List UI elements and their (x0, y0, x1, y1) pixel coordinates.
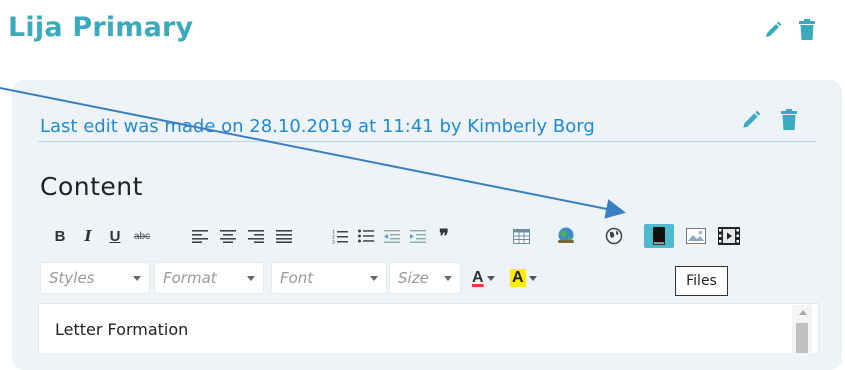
scroll-up-icon[interactable] (799, 310, 807, 315)
blockquote-button[interactable]: ❞ (434, 224, 454, 248)
pencil-icon (743, 110, 761, 128)
align-center-icon (220, 230, 236, 243)
divider (38, 141, 816, 142)
book-icon (653, 227, 665, 245)
indent-button[interactable] (408, 224, 428, 248)
delete-title-button[interactable] (796, 18, 818, 42)
background-color-button[interactable]: A (510, 266, 537, 290)
table-icon (512, 228, 530, 244)
chevron-down-icon (486, 275, 495, 281)
editor-text: Letter Formation (55, 320, 189, 339)
font-dropdown[interactable]: Font (271, 262, 387, 294)
delete-content-button[interactable] (778, 108, 800, 132)
svg-text:3: 3 (332, 239, 335, 244)
align-right-button[interactable] (246, 224, 266, 248)
editor-scrollbar[interactable] (792, 305, 812, 353)
image-button[interactable] (684, 224, 708, 248)
table-button[interactable] (510, 224, 532, 248)
outdent-icon (384, 230, 400, 243)
background-color-icon: A (510, 269, 526, 287)
styles-label: Styles (49, 269, 95, 287)
numbered-list-icon: 1 2 3 (332, 229, 348, 244)
align-justify-button[interactable] (274, 224, 294, 248)
text-color-button[interactable]: A (472, 266, 495, 290)
chevron-down-icon (247, 276, 255, 281)
underline-button[interactable]: U (106, 224, 124, 248)
video-button[interactable] (716, 224, 742, 248)
content-heading: Content (40, 172, 143, 201)
outdent-button[interactable] (382, 224, 402, 248)
styles-dropdown[interactable]: Styles (40, 262, 150, 294)
format-label: Format (163, 269, 217, 287)
header-actions (762, 18, 818, 42)
align-justify-icon (276, 230, 292, 243)
anchor-button[interactable] (603, 224, 625, 248)
editor-toolbar: B I U abc 1 2 3 ❞ (40, 222, 780, 250)
globe-icon (605, 227, 623, 245)
size-dropdown[interactable]: Size (389, 262, 461, 294)
align-left-icon (192, 230, 208, 243)
align-center-button[interactable] (218, 224, 238, 248)
page-title: Lija Primary (8, 12, 194, 43)
strikethrough-button[interactable]: abc (131, 224, 153, 248)
indent-icon (410, 230, 426, 243)
size-label: Size (398, 269, 429, 287)
edit-title-button[interactable] (762, 18, 784, 42)
bullet-list-button[interactable] (356, 224, 376, 248)
chevron-down-icon (528, 275, 537, 281)
bold-button[interactable]: B (52, 224, 68, 248)
chevron-down-icon (444, 276, 452, 281)
card-actions (740, 108, 800, 132)
trash-icon (799, 19, 815, 40)
edit-content-button[interactable] (740, 108, 762, 132)
align-left-button[interactable] (190, 224, 210, 248)
files-tooltip: Files (675, 266, 728, 296)
image-icon (686, 228, 706, 244)
scroll-thumb[interactable] (796, 323, 808, 353)
globe-link-icon (558, 227, 574, 243)
chevron-down-icon (133, 276, 141, 281)
bullet-list-icon (358, 229, 374, 243)
italic-button[interactable]: I (80, 224, 96, 248)
trash-icon (781, 109, 797, 130)
align-right-icon (248, 230, 264, 243)
text-color-icon: A (472, 269, 484, 286)
film-icon (718, 227, 740, 245)
pencil-icon (766, 21, 782, 37)
numbered-list-button[interactable]: 1 2 3 (330, 224, 350, 248)
link-button[interactable] (554, 224, 578, 248)
last-edit-info: Last edit was made on 28.10.2019 at 11:4… (40, 116, 595, 137)
chevron-down-icon (370, 276, 378, 281)
font-label: Font (280, 269, 314, 287)
content-editor[interactable]: Letter Formation (38, 303, 819, 353)
format-dropdown[interactable]: Format (154, 262, 264, 294)
files-button[interactable] (644, 224, 674, 248)
